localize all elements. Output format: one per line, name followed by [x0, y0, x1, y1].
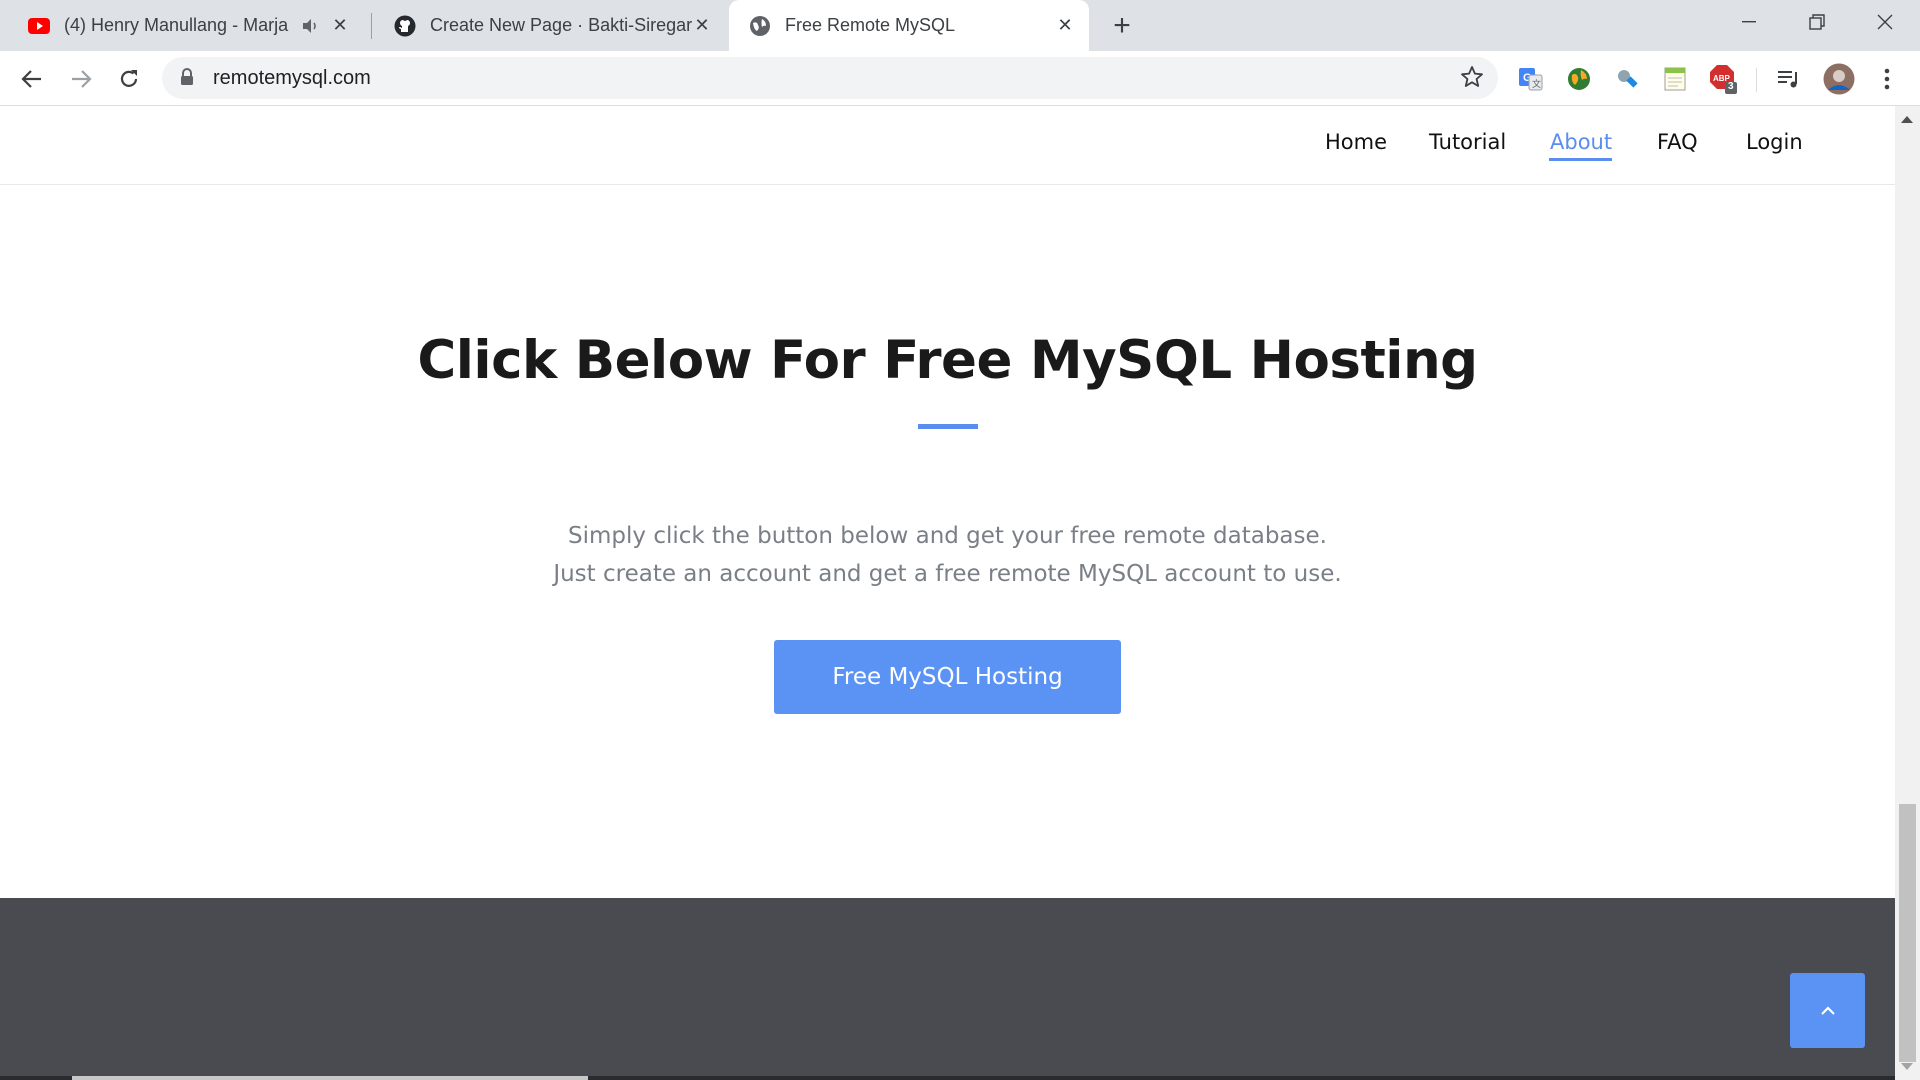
new-tab-button[interactable]: +	[1104, 9, 1140, 42]
footer-bottom-bar	[0, 1076, 1895, 1080]
scroll-up-arrow-icon[interactable]	[1901, 116, 1913, 123]
tab-title: Free Remote MySQL	[785, 15, 956, 35]
back-button[interactable]	[12, 59, 52, 99]
scrollbar-thumb[interactable]	[1899, 804, 1916, 1062]
hero-text-line-2: Just create an account and get a free re…	[553, 561, 1342, 587]
tab-separator	[371, 13, 372, 39]
svg-text:文: 文	[1532, 78, 1541, 89]
forward-button[interactable]	[61, 59, 101, 99]
satellite-icon[interactable]	[1612, 64, 1642, 94]
toolbar-divider	[1756, 68, 1757, 92]
tab-title: Create New Page · Bakti-Siregar/	[430, 15, 692, 35]
tab-youtube[interactable]: (4) Henry Manullang - Marja ✕	[8, 0, 364, 51]
reload-button[interactable]	[109, 59, 149, 99]
footer-bar-segment	[72, 1076, 588, 1080]
title-underline	[918, 424, 978, 429]
hero-text-line-1: Simply click the button below and get yo…	[568, 523, 1327, 549]
nav-login[interactable]: Login	[1746, 130, 1803, 154]
github-icon	[394, 15, 416, 37]
tab-strip: (4) Henry Manullang - Marja ✕ Create New…	[0, 0, 1920, 51]
free-mysql-hosting-button[interactable]: Free MySQL Hosting	[774, 640, 1121, 714]
notepad-icon[interactable]	[1660, 64, 1690, 94]
url-text[interactable]: remotemysql.com	[213, 67, 371, 90]
minimize-icon[interactable]	[1714, 0, 1784, 44]
restore-icon[interactable]	[1782, 0, 1852, 44]
close-tab-icon[interactable]: ✕	[330, 15, 350, 36]
close-tab-icon[interactable]: ✕	[1055, 15, 1075, 36]
page-scrollbar[interactable]	[1895, 106, 1920, 1080]
nav-faq[interactable]: FAQ	[1657, 130, 1698, 154]
globe-extension-icon[interactable]	[1564, 64, 1594, 94]
scroll-down-arrow-icon[interactable]	[1901, 1063, 1913, 1070]
site-navbar: Home Tutorial About FAQ Login	[0, 106, 1895, 185]
google-translate-icon[interactable]: G文	[1516, 64, 1546, 94]
close-tab-icon[interactable]: ✕	[692, 15, 712, 36]
page-viewport: Home Tutorial About FAQ Login Click Belo…	[0, 106, 1895, 1080]
bookmark-star-icon[interactable]	[1460, 65, 1484, 94]
nav-active-underline	[1549, 158, 1612, 161]
address-bar[interactable]: remotemysql.com	[162, 57, 1498, 99]
nav-home[interactable]: Home	[1325, 130, 1387, 154]
tab-github[interactable]: Create New Page · Bakti-Siregar/ ✕	[374, 0, 726, 51]
browser-menu-icon[interactable]	[1872, 64, 1902, 94]
speaker-icon[interactable]	[302, 18, 320, 34]
adblock-badge: 3	[1728, 81, 1734, 92]
playlist-icon[interactable]	[1774, 64, 1804, 94]
nav-about[interactable]: About	[1550, 130, 1612, 154]
window-close-icon[interactable]	[1850, 0, 1920, 44]
browser-toolbar: remotemysql.com G文 ABP 3	[0, 51, 1920, 106]
tab-title: (4) Henry Manullang - Marja	[64, 15, 289, 35]
hero-title: Click Below For Free MySQL Hosting	[417, 330, 1478, 391]
page-footer	[0, 898, 1895, 1080]
globe-icon	[749, 15, 771, 37]
lock-icon[interactable]	[180, 68, 194, 91]
adblock-icon[interactable]: ABP 3	[1708, 64, 1738, 94]
tab-remotemysql[interactable]: Free Remote MySQL ✕	[729, 0, 1089, 51]
chevron-up-icon	[1820, 1005, 1835, 1015]
profile-avatar[interactable]	[1822, 62, 1856, 96]
youtube-icon	[28, 15, 50, 37]
scroll-to-top-button[interactable]	[1790, 973, 1865, 1048]
nav-tutorial[interactable]: Tutorial	[1429, 130, 1506, 154]
browser-window: (4) Henry Manullang - Marja ✕ Create New…	[0, 0, 1920, 1080]
